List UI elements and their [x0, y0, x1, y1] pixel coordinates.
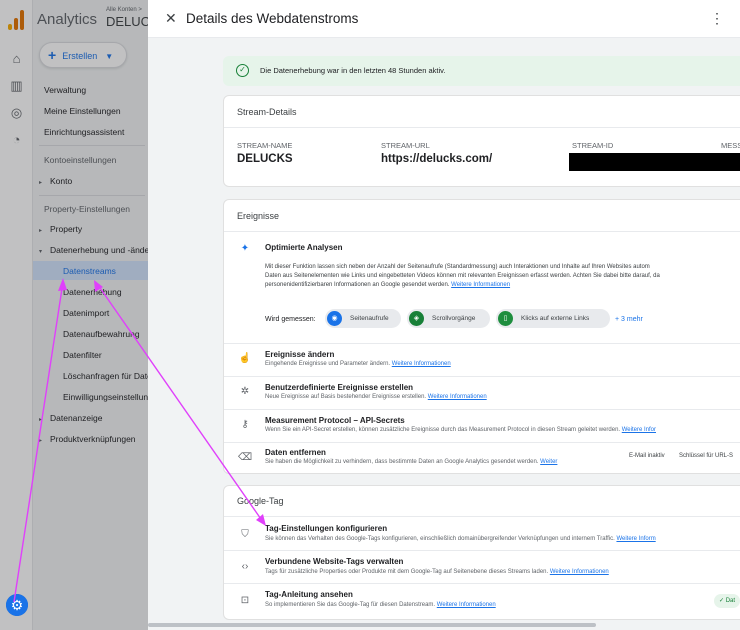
more-vert-icon[interactable]: ⋮	[710, 10, 724, 27]
stream-id-label: STREAM-ID	[572, 141, 614, 150]
tag-instructions-desc: So implementieren Sie das Google-Tag für…	[265, 602, 496, 608]
learn-more-link[interactable]: Weitere Informationen	[550, 569, 609, 575]
stream-details-panel: ✕ Details des Webdatenstroms ⋮ ✓ Die Dat…	[148, 0, 740, 630]
modal-scrim[interactable]	[0, 0, 148, 630]
divider	[224, 376, 740, 377]
close-icon[interactable]: ✕	[165, 10, 177, 27]
configure-tag-title[interactable]: Tag-Einstellungen konfigurieren	[265, 524, 387, 533]
modify-events-desc: Eingehende Ereignisse und Parameter ände…	[265, 361, 451, 367]
more-measured-link[interactable]: + 3 mehr	[615, 316, 643, 323]
tag-instructions-icon: ⊡	[240, 595, 250, 606]
create-events-title[interactable]: Benutzerdefinierte Ereignisse erstellen	[265, 383, 413, 392]
status-text: Die Datenerhebung war in den letzten 48 …	[260, 66, 446, 75]
divider	[224, 550, 740, 551]
optimized-analytics-desc-1: Mit dieser Funktion lassen sich neben de…	[265, 264, 650, 270]
stream-id-redacted	[569, 153, 740, 171]
panel-header: ✕ Details des Webdatenstroms ⋮	[148, 0, 740, 38]
measured-label: Wird gemessen:	[265, 316, 316, 323]
admin-gear-icon-overlay[interactable]: ⚙	[6, 594, 28, 616]
tag-instructions-title[interactable]: Tag-Anleitung ansehen	[265, 590, 353, 599]
learn-more-link[interactable]: Weitere Inform	[616, 536, 655, 542]
connected-tags-title[interactable]: Verbundene Website-Tags verwalten	[265, 557, 403, 566]
chip-scrollvorgaenge[interactable]: ◈ Scrollvorgänge	[407, 309, 490, 328]
panel-title: Details des Webdatenstroms	[186, 11, 359, 26]
learn-more-link[interactable]: Weitere Informationen	[437, 602, 496, 608]
google-tag-heading: Google-Tag	[237, 496, 284, 506]
divider	[224, 442, 740, 443]
click-sparkle-icon: ✲	[240, 386, 250, 397]
check-circle-icon: ✓	[236, 64, 249, 77]
eraser-icon: ⌫	[238, 452, 253, 463]
learn-more-link[interactable]: Weiter	[540, 459, 557, 465]
optimized-analytics-desc-3: personenidentifizierbaren Informationen …	[265, 282, 511, 288]
connected-tags-desc: Tags für zusätzliche Properties oder Pro…	[265, 569, 609, 575]
remove-data-title[interactable]: Daten entfernen	[265, 448, 326, 457]
learn-more-link[interactable]: Weitere Infor	[622, 427, 656, 433]
modify-events-title[interactable]: Ereignisse ändern	[265, 350, 334, 359]
sparkle-icon: ✦	[240, 243, 250, 254]
divider	[224, 516, 740, 517]
learn-more-link[interactable]: Weitere Informationen	[451, 282, 510, 288]
remove-data-desc: Sie haben die Möglichkeit zu verhindern,…	[265, 459, 558, 465]
email-inactive-status: E-Mail inaktiv	[629, 453, 665, 459]
url-key-status: Schlüssel für URL-S	[679, 453, 734, 459]
tag-settings-icon: ⛉	[241, 529, 249, 540]
stream-name-value: DELUCKS	[237, 153, 293, 165]
events-heading: Ereignisse	[237, 211, 280, 221]
data-flowing-badge: ✓ Dat	[714, 594, 740, 608]
code-icon: ‹›	[241, 561, 249, 572]
learn-more-link[interactable]: Weitere Informationen	[392, 361, 451, 367]
touch-icon: ☝	[238, 353, 252, 364]
eye-icon: ◉	[327, 311, 342, 326]
events-card: Ereignisse ✦ Optimierte Analysen Mit die…	[223, 199, 740, 474]
mouse-icon: ▯	[498, 311, 513, 326]
google-tag-card: Google-Tag ⛉ Tag-Einstellungen konfiguri…	[223, 485, 740, 620]
scroll-icon: ◈	[409, 311, 424, 326]
api-secrets-desc: Wenn Sie ein API-Secret erstellen, könne…	[265, 427, 656, 433]
measurement-id-label: MESS	[721, 141, 740, 150]
chip-seitenaufrufe[interactable]: ◉ Seitenaufrufe	[325, 309, 401, 328]
stream-url-value: https://delucks.com/	[381, 153, 493, 165]
stream-name-label: STREAM-NAME	[237, 141, 293, 150]
optimized-analytics-title: Optimierte Analysen	[265, 243, 343, 252]
stream-details-heading: Stream-Details	[237, 107, 297, 117]
divider	[224, 231, 740, 232]
api-secrets-title[interactable]: Measurement Protocol – API-Secrets	[265, 416, 405, 425]
divider	[224, 127, 740, 128]
optimized-analytics-desc-2: Daten aus Seitenelementen wie Links und …	[265, 273, 660, 279]
create-events-desc: Neue Ereignisse auf Basis bestehender Er…	[265, 394, 487, 400]
key-icon: ⚷	[241, 419, 249, 430]
divider	[224, 343, 740, 344]
stream-details-card: Stream-Details STREAM-NAME DELUCKS STREA…	[223, 95, 740, 187]
chip-klicks-externe-links[interactable]: ▯ Klicks auf externe Links	[496, 309, 610, 328]
divider	[224, 583, 740, 584]
divider	[224, 409, 740, 410]
stream-url-label: STREAM-URL	[381, 141, 430, 150]
configure-tag-desc: Sie können das Verhalten des Google-Tags…	[265, 536, 656, 542]
horizontal-scrollbar[interactable]	[148, 623, 596, 627]
status-banner: ✓ Die Datenerhebung war in den letzten 4…	[223, 56, 740, 86]
learn-more-link[interactable]: Weitere Informationen	[428, 394, 487, 400]
